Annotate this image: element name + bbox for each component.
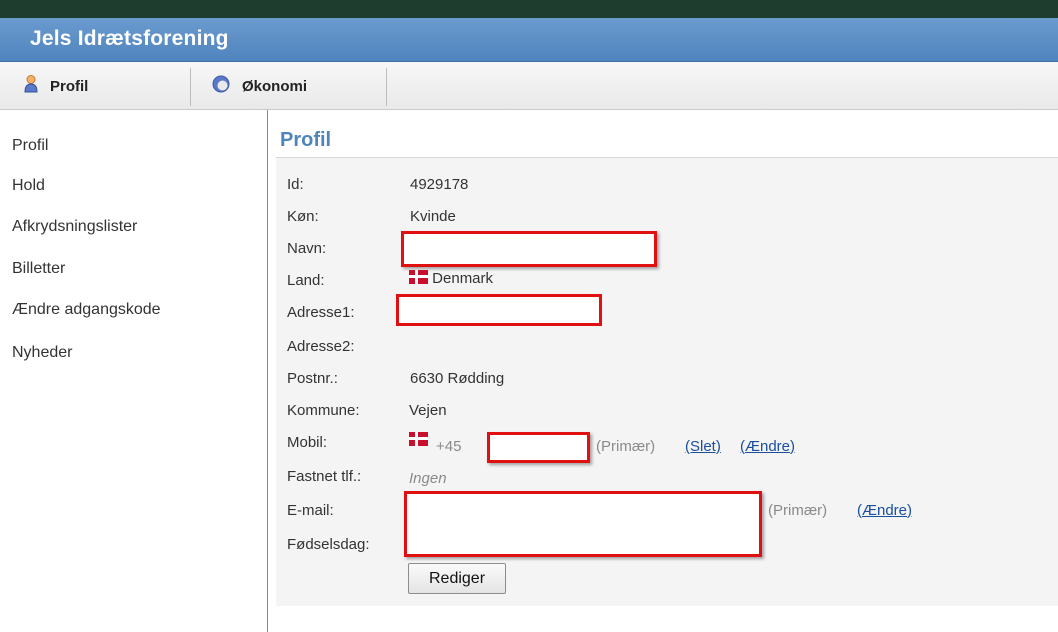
label-country: Land: xyxy=(287,272,325,289)
main-nav: Profil Økonomi xyxy=(0,62,1058,110)
mobile-change-wrapper: (Ændre) xyxy=(740,438,795,455)
tab-okonomi[interactable]: Økonomi xyxy=(190,62,386,110)
value-zip: 6630 Rødding xyxy=(410,370,505,387)
tab-okonomi-label: Økonomi xyxy=(242,77,308,95)
value-country: Denmark xyxy=(409,270,493,287)
sidebar-item-billetter[interactable]: Billetter xyxy=(12,260,65,278)
denmark-flag-icon xyxy=(409,270,428,284)
label-municipality: Kommune: xyxy=(287,402,360,419)
label-zip: Postnr.: xyxy=(287,370,338,387)
nav-divider xyxy=(386,68,387,106)
app-header: Jels Idrætsforening xyxy=(0,18,1058,62)
page-title: Profil xyxy=(280,129,332,151)
sidebar-item-profil[interactable]: Profil xyxy=(12,137,48,155)
person-icon xyxy=(24,75,38,97)
value-municipality: Vejen xyxy=(409,402,447,419)
panel-header: Profil xyxy=(276,122,1058,158)
label-name: Navn: xyxy=(287,240,327,257)
label-address2: Adresse2: xyxy=(287,338,355,355)
value-landline: Ingen xyxy=(409,470,447,487)
value-mobile-prefix: +45 xyxy=(436,438,462,455)
edit-button[interactable]: Rediger xyxy=(408,563,506,594)
tab-profil[interactable]: Profil xyxy=(0,62,190,110)
top-strip-background xyxy=(0,0,1058,18)
redacted-email-birthday xyxy=(404,491,762,557)
redacted-name xyxy=(401,231,657,267)
label-landline: Fastnet tlf.: xyxy=(287,468,362,485)
denmark-flag-icon xyxy=(409,432,428,446)
value-country-text: Denmark xyxy=(432,270,494,287)
tab-profil-label: Profil xyxy=(50,77,89,95)
mobile-change-link[interactable]: Ændre xyxy=(745,438,790,455)
label-address1: Adresse1: xyxy=(287,304,355,321)
top-strip xyxy=(0,0,1058,18)
label-id: Id: xyxy=(287,176,304,193)
club-title[interactable]: Jels Idrætsforening xyxy=(30,27,229,51)
sidebar: Profil Hold Afkrydsningslister Billetter… xyxy=(0,110,268,632)
redacted-address1 xyxy=(396,294,602,326)
economy-icon xyxy=(212,75,230,97)
label-email: E-mail: xyxy=(287,502,334,519)
email-primary-tag: (Primær) xyxy=(768,502,828,519)
sidebar-item-nyheder[interactable]: Nyheder xyxy=(12,344,72,362)
redacted-mobile xyxy=(487,432,590,463)
value-gender: Kvinde xyxy=(410,208,456,225)
email-change-link[interactable]: Ændre xyxy=(862,502,907,519)
label-mobile: Mobil: xyxy=(287,434,328,451)
mobile-change-close[interactable]: ) xyxy=(790,438,795,455)
mobile-delete-link[interactable]: (Slet) xyxy=(685,438,721,455)
email-change-close[interactable]: ) xyxy=(907,502,912,519)
label-birthday: Fødselsdag: xyxy=(287,536,370,553)
sidebar-item-hold[interactable]: Hold xyxy=(12,177,45,195)
mobile-flag xyxy=(409,432,428,449)
sidebar-item-afkrydsningslister[interactable]: Afkrydsningslister xyxy=(12,218,137,236)
email-change-wrapper: (Ændre) xyxy=(857,502,912,519)
value-id: 4929178 xyxy=(410,176,469,193)
label-gender: Køn: xyxy=(287,208,319,225)
mobile-primary-tag: (Primær) xyxy=(596,438,656,455)
sidebar-item-aendre-adgangskode[interactable]: Ændre adgangskode xyxy=(12,301,161,319)
